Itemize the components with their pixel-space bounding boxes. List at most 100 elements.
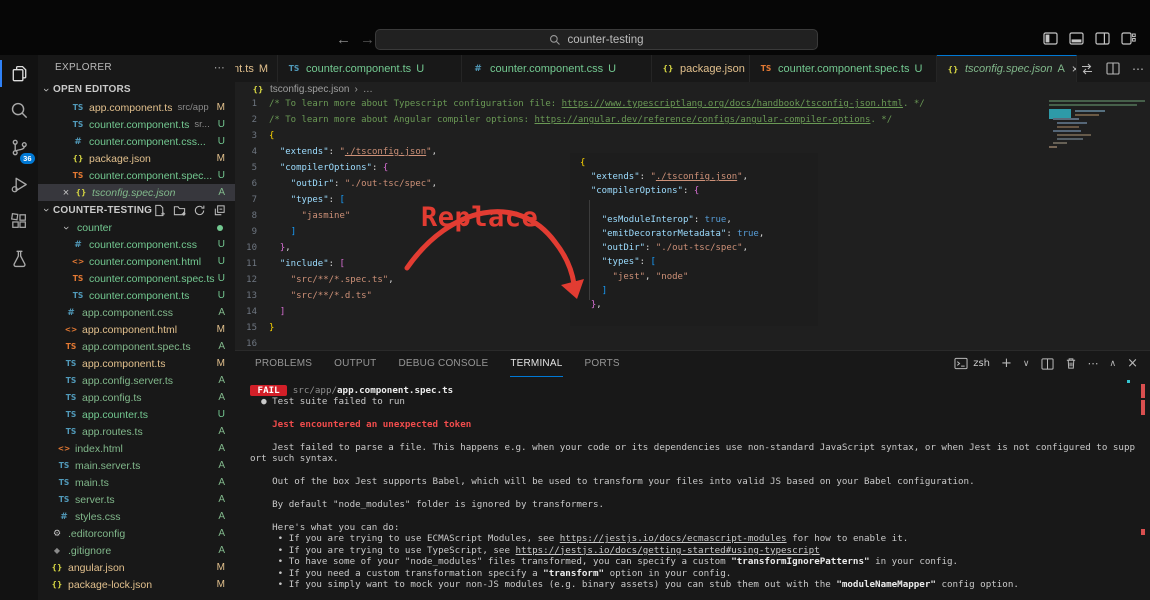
terminal-output[interactable]: FAIL src/app/app.component.spec.ts ● Tes…	[235, 378, 1150, 600]
open-editor-item[interactable]: {}package.jsonM	[38, 150, 235, 167]
git-status-badge: A	[218, 460, 235, 471]
shell-label[interactable]: zsh	[973, 358, 990, 369]
nav-back-icon[interactable]: ←	[336, 31, 351, 48]
file-name: tsconfig.spec.json	[92, 187, 175, 199]
source-control-icon[interactable]: 36	[0, 129, 38, 166]
file-row[interactable]: TSmain.server.tsA	[38, 457, 235, 474]
new-folder-icon[interactable]	[173, 204, 186, 217]
terminal-line: Here's what you can do:	[250, 522, 1150, 533]
tab-label: package.json	[680, 63, 745, 75]
panel-more-icon[interactable]: ⋯	[1088, 357, 1099, 370]
file-name: app.component.spec.ts	[82, 341, 191, 353]
run-debug-icon[interactable]	[0, 166, 38, 203]
panel-tab-debug-console[interactable]: DEBUG CONSOLE	[398, 351, 488, 376]
panel-tab-terminal[interactable]: TERMINAL	[510, 351, 562, 377]
panel-tab-output[interactable]: OUTPUT	[334, 351, 376, 376]
file-row[interactable]: TSapp.counter.tsU	[38, 406, 235, 423]
file-row[interactable]: TSapp.component.tsM	[38, 355, 235, 372]
maximize-panel-icon[interactable]: ∧	[1110, 359, 1117, 369]
terminal-line: ● Test suite failed to run	[250, 396, 1150, 407]
split-terminal-icon[interactable]	[1041, 358, 1054, 370]
file-type-icon: ⚙	[50, 529, 64, 539]
file-row[interactable]: ◆.gitignoreA	[38, 542, 235, 559]
file-row[interactable]: TSapp.config.server.tsA	[38, 372, 235, 389]
minimap[interactable]	[1047, 98, 1150, 156]
customize-layout-icon[interactable]	[1121, 32, 1136, 45]
file-row[interactable]: TScounter.component.spec.tsU	[38, 270, 235, 287]
file-row[interactable]: {}angular.jsonM	[38, 559, 235, 576]
file-name: counter.component.spec...	[89, 170, 212, 182]
compare-changes-icon[interactable]	[1080, 62, 1094, 76]
file-row[interactable]: TSapp.config.tsA	[38, 389, 235, 406]
split-editor-icon[interactable]	[1106, 62, 1120, 75]
overlay-code-line: "extends": "./tsconfig.json",	[580, 170, 818, 184]
toggle-secondary-sidebar-icon[interactable]	[1095, 32, 1110, 45]
file-type-icon: TS	[64, 342, 78, 351]
git-status-badge: M	[259, 63, 268, 75]
file-row[interactable]: #styles.cssA	[38, 508, 235, 525]
search-view-icon[interactable]	[0, 92, 38, 129]
file-row[interactable]: TSmain.tsA	[38, 474, 235, 491]
toggle-panel-icon[interactable]	[1069, 32, 1084, 45]
minimap-line	[1053, 118, 1079, 120]
close-panel-icon[interactable]: ×	[1127, 356, 1138, 371]
file-row[interactable]: #app.component.cssA	[38, 304, 235, 321]
toggle-sidebar-icon[interactable]	[1043, 32, 1058, 45]
panel-tab-problems[interactable]: PROBLEMS	[255, 351, 312, 376]
open-editor-item[interactable]: TScounter.component.tssr...U	[38, 116, 235, 133]
tab-counter.component.css[interactable]: #counter.component.cssU	[462, 55, 652, 82]
git-status-badge: A	[218, 187, 235, 198]
collapse-all-icon[interactable]	[213, 204, 226, 217]
explorer-icon[interactable]	[0, 55, 38, 92]
testing-icon[interactable]	[0, 240, 38, 277]
line-number: 3	[235, 128, 257, 144]
tab-package.json[interactable]: {}package.jsonM	[652, 55, 750, 82]
file-row[interactable]: ⚙.editorconfigA	[38, 525, 235, 542]
workspace-header[interactable]: › COUNTER-TESTING	[38, 201, 235, 219]
extensions-icon[interactable]	[0, 203, 38, 240]
close-icon[interactable]: ×	[1072, 62, 1077, 76]
editor-more-icon[interactable]: ⋯	[1132, 62, 1144, 76]
file-row[interactable]: <>app.component.htmlM	[38, 321, 235, 338]
new-file-icon[interactable]	[153, 204, 166, 217]
file-row[interactable]: TScounter.component.tsU	[38, 287, 235, 304]
tab-counter.component.spec.ts[interactable]: TScounter.component.spec.tsU	[750, 55, 937, 82]
file-row[interactable]: TSapp.component.spec.tsA	[38, 338, 235, 355]
file-row[interactable]: {}package-lock.jsonM	[38, 576, 235, 593]
file-path: src/app	[177, 102, 208, 113]
nav-forward-icon[interactable]: →	[360, 31, 375, 48]
line-number: 14	[235, 304, 257, 320]
open-editor-item[interactable]: ×{}tsconfig.spec.jsonA	[38, 184, 235, 201]
command-center-search[interactable]: counter-testing	[375, 29, 818, 50]
kill-terminal-icon[interactable]	[1065, 357, 1077, 370]
search-icon	[549, 34, 561, 46]
terminal-line	[250, 510, 1150, 521]
new-terminal-icon[interactable]: +	[1001, 356, 1012, 371]
line-number: 6	[235, 176, 257, 192]
open-editors-header[interactable]: › OPEN EDITORS	[38, 80, 235, 99]
tab-tsconfig.spec.json[interactable]: {}tsconfig.spec.jsonA×	[937, 55, 1077, 82]
terminal-line: FAIL src/app/app.component.spec.ts	[250, 385, 1150, 396]
open-editor-item[interactable]: TScounter.component.spec...U	[38, 167, 235, 184]
open-editor-item[interactable]: #counter.component.css...U	[38, 133, 235, 150]
file-type-icon: #	[71, 240, 85, 250]
minimap-line	[1057, 122, 1087, 124]
tab-nt.ts[interactable]: nt.tsM	[235, 55, 278, 82]
file-row[interactable]: <>index.htmlA	[38, 440, 235, 457]
folder-row[interactable]: ›counter	[38, 219, 235, 236]
git-status-badge: M	[217, 562, 235, 573]
panel-tab-ports[interactable]: PORTS	[585, 351, 620, 376]
editor[interactable]: 1/* To learn more about Typescript confi…	[235, 96, 1150, 350]
tab-counter.component.ts[interactable]: TScounter.component.tsU	[278, 55, 462, 82]
file-row[interactable]: TSapp.routes.tsA	[38, 423, 235, 440]
file-row[interactable]: TSserver.tsA	[38, 491, 235, 508]
close-icon[interactable]: ×	[60, 187, 72, 199]
file-row[interactable]: <>counter.component.htmlU	[38, 253, 235, 270]
refresh-icon[interactable]	[193, 204, 206, 217]
terminal-dropdown-icon[interactable]: ∨	[1023, 359, 1030, 369]
breadcrumb[interactable]: {} tsconfig.spec.json › …	[235, 82, 1150, 96]
file-row[interactable]: #counter.component.cssU	[38, 236, 235, 253]
explorer-more-icon[interactable]: ⋯	[214, 61, 225, 74]
open-editor-item[interactable]: TSapp.component.tssrc/appM	[38, 99, 235, 116]
git-status-badge: A	[218, 477, 235, 488]
